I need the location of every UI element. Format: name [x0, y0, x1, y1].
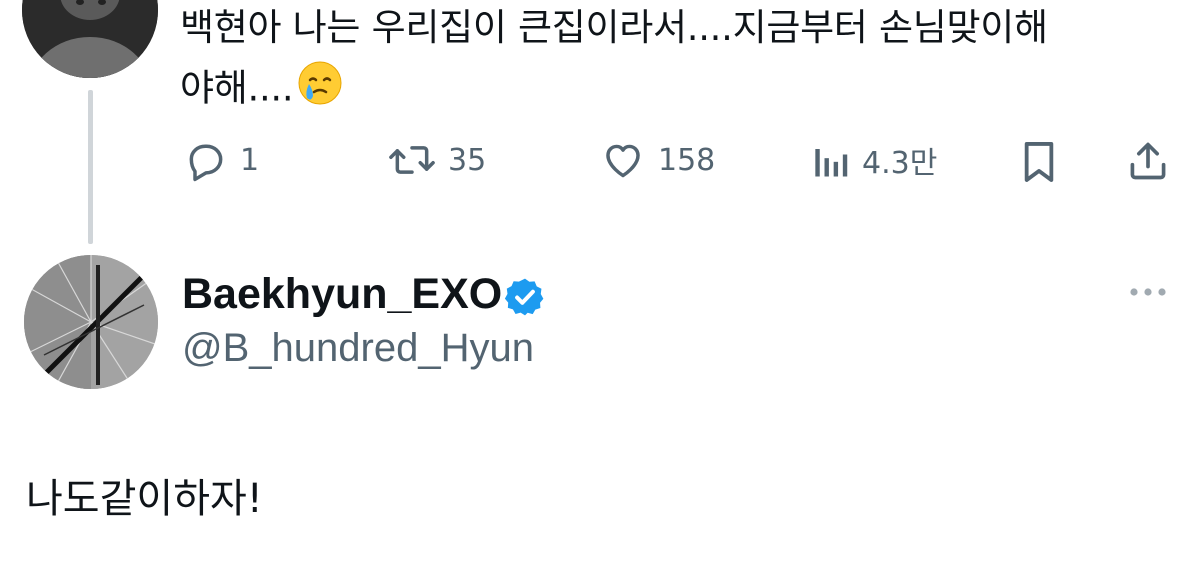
parent-tweet-text-line2-text: 야해....	[180, 66, 294, 110]
share-icon	[1130, 142, 1166, 180]
user-handle[interactable]: @B_hundred_Hyun	[182, 326, 534, 371]
bookmark-icon	[1024, 142, 1054, 182]
display-name[interactable]: Baekhyun_EXO	[182, 270, 502, 319]
parent-avatar[interactable]	[22, 0, 158, 78]
views-icon	[815, 149, 848, 177]
reply-avatar[interactable]	[24, 255, 158, 389]
more-options-button[interactable]	[1128, 284, 1168, 304]
retweet-icon	[389, 146, 435, 174]
avatar-image	[22, 0, 158, 78]
view-count: 4.3만	[862, 146, 938, 181]
retweet-count: 35	[448, 142, 487, 178]
verified-badge-icon	[504, 276, 546, 322]
face-holding-back-tears-emoji	[297, 60, 343, 120]
parent-tweet-text-line1: 백현아 나는 우리집이 큰집이라서....지금부터 손님맞이해	[180, 6, 1048, 49]
like-button[interactable]: 158	[600, 138, 715, 182]
thread-connector-line	[88, 90, 93, 244]
like-count: 158	[658, 142, 716, 178]
avatar-image	[24, 255, 158, 389]
retweet-button[interactable]: 35	[388, 138, 486, 182]
parent-tweet-text-line2: 야해....	[180, 60, 343, 120]
reply-button[interactable]: 1	[184, 138, 259, 182]
more-dots-icon	[1130, 288, 1166, 296]
share-button[interactable]	[1126, 138, 1170, 184]
views-button[interactable]: 4.3만	[810, 138, 937, 182]
reply-icon	[189, 144, 223, 182]
reply-count: 1	[240, 142, 260, 178]
reply-tweet-text: 나도같이하자!	[26, 476, 263, 522]
bookmark-button[interactable]	[1020, 138, 1058, 186]
heart-icon	[606, 144, 640, 178]
